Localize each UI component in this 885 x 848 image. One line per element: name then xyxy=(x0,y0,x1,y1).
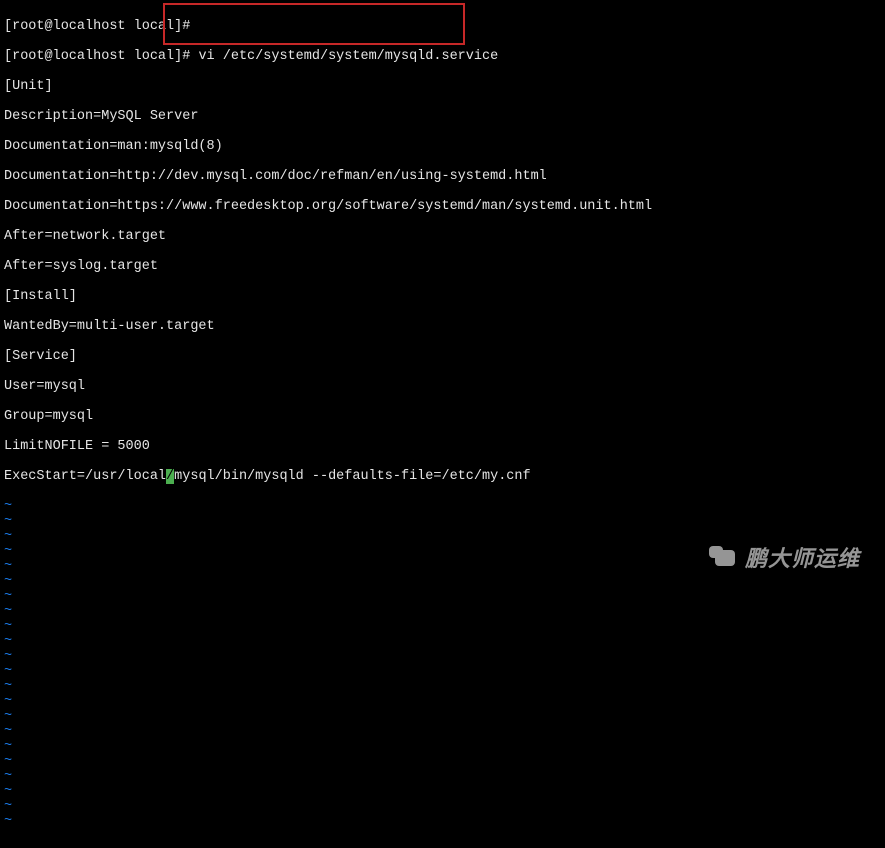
file-content-user: User=mysql xyxy=(4,379,881,394)
file-content-after-syslog: After=syslog.target xyxy=(4,259,881,274)
file-content-doc-freedesktop: Documentation=https://www.freedesktop.or… xyxy=(4,199,881,214)
vi-tilde-line: ~ xyxy=(4,529,881,544)
exec-post: mysql/bin/mysqld --defaults-file=/etc/my… xyxy=(174,469,530,484)
file-content-service: [Service] xyxy=(4,349,881,364)
watermark-text: 鹏大师运维 xyxy=(745,551,860,566)
file-content-limitnofile: LimitNOFILE = 5000 xyxy=(4,439,881,454)
vi-tilde-line: ~ xyxy=(4,499,881,514)
vi-tilde-line: ~ xyxy=(4,589,881,604)
file-content-unit: [Unit] xyxy=(4,79,881,94)
vi-tilde-line: ~ xyxy=(4,694,881,709)
file-content-execstart: ExecStart=/usr/local/mysql/bin/mysqld --… xyxy=(4,469,881,484)
vi-tilde-line: ~ xyxy=(4,784,881,799)
file-content-after-network: After=network.target xyxy=(4,229,881,244)
vi-tilde-line: ~ xyxy=(4,574,881,589)
vi-cursor: / xyxy=(166,469,174,484)
shell-prompt: [root@localhost local]# xyxy=(4,19,190,34)
vi-tilde-line: ~ xyxy=(4,619,881,634)
vi-command: vi /etc/systemd/system/mysqld.service xyxy=(190,49,498,64)
vi-tilde-line: ~ xyxy=(4,664,881,679)
vi-tilde-line: ~ xyxy=(4,739,881,754)
vi-tilde-line: ~ xyxy=(4,634,881,649)
vi-tilde-line: ~ xyxy=(4,514,881,529)
file-content-install: [Install] xyxy=(4,289,881,304)
file-content-doc-man: Documentation=man:mysqld(8) xyxy=(4,139,881,154)
file-content-group: Group=mysql xyxy=(4,409,881,424)
vi-tilde-line: ~ xyxy=(4,769,881,784)
shell-prompt: [root@localhost local]# xyxy=(4,49,190,64)
wechat-icon xyxy=(709,546,737,570)
terminal-output[interactable]: [root@localhost local]# [root@localhost … xyxy=(0,0,885,848)
vi-tilde-line: ~ xyxy=(4,709,881,724)
vi-tilde-line: ~ xyxy=(4,649,881,664)
vi-tilde-line: ~ xyxy=(4,754,881,769)
vi-tilde-line: ~ xyxy=(4,799,881,814)
vi-tilde-line: ~ xyxy=(4,679,881,694)
prompt-line-1: [root@localhost local]# xyxy=(4,19,881,34)
vi-tilde-line: ~ xyxy=(4,814,881,829)
vi-tilde-line: ~ xyxy=(4,724,881,739)
exec-pre: ExecStart=/usr/local xyxy=(4,469,166,484)
watermark: 鹏大师运维 xyxy=(709,546,860,570)
prompt-line-2: [root@localhost local]# vi /etc/systemd/… xyxy=(4,49,881,64)
file-content-description: Description=MySQL Server xyxy=(4,109,881,124)
file-content-doc-mysql: Documentation=http://dev.mysql.com/doc/r… xyxy=(4,169,881,184)
vi-tilde-line: ~ xyxy=(4,604,881,619)
file-content-wantedby: WantedBy=multi-user.target xyxy=(4,319,881,334)
